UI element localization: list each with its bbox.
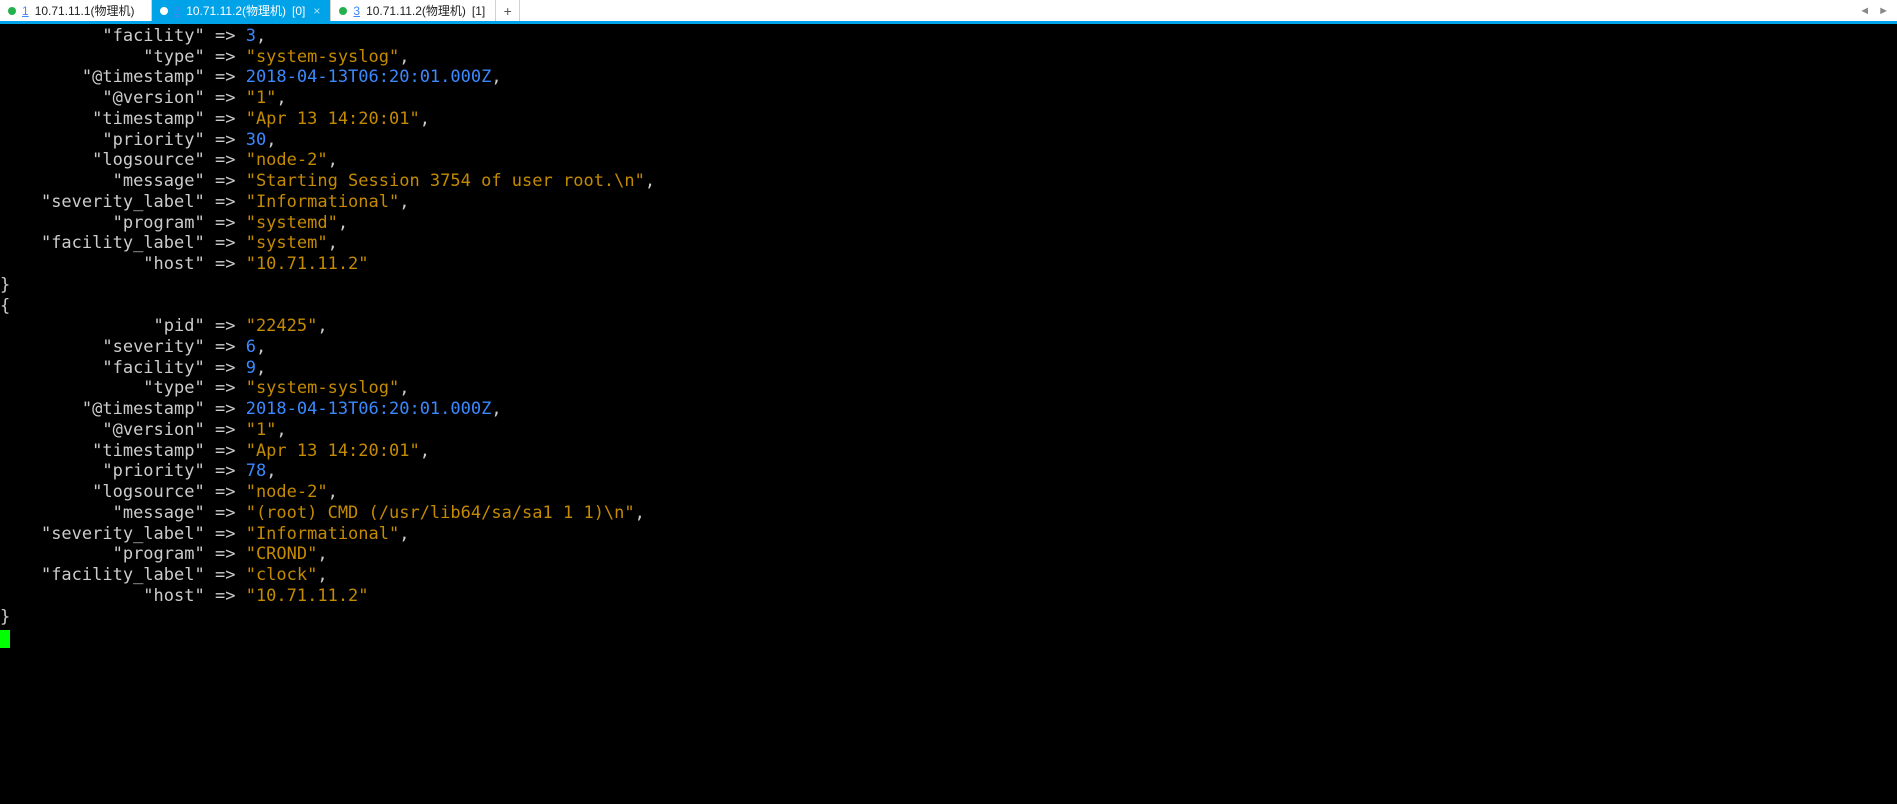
- terminal-line: "facility_label" => "system",: [0, 233, 1897, 254]
- terminal-line: "@version" => "1",: [0, 88, 1897, 109]
- terminal-line: "facility" => 9,: [0, 358, 1897, 379]
- terminal-line: "type" => "system-syslog",: [0, 378, 1897, 399]
- terminal-line: "severity_label" => "Informational",: [0, 192, 1897, 213]
- terminal-line: }: [0, 275, 1897, 296]
- terminal-line: "priority" => 30,: [0, 130, 1897, 151]
- tab-3[interactable]: 3 10.71.11.2(物理机) [1]: [331, 0, 496, 21]
- tab-number: 3: [353, 4, 360, 18]
- tab-label: 10.71.11.2(物理机): [186, 2, 286, 19]
- terminal-line: }: [0, 607, 1897, 628]
- terminal-cursor-line: [0, 627, 1897, 648]
- terminal-line: "logsource" => "node-2",: [0, 482, 1897, 503]
- terminal-line: "pid" => "22425",: [0, 316, 1897, 337]
- terminal-line: "severity_label" => "Informational",: [0, 524, 1897, 545]
- tabbar-spacer: [520, 0, 1851, 21]
- terminal-line: "program" => "systemd",: [0, 213, 1897, 234]
- tabbar-controls: ◄ ►: [1851, 0, 1897, 21]
- terminal-line: "facility_label" => "clock",: [0, 565, 1897, 586]
- close-icon[interactable]: ×: [313, 4, 320, 18]
- terminal-line: "facility" => 3,: [0, 26, 1897, 47]
- tab-bar: 1 10.71.11.1(物理机) 2 10.71.11.2(物理机) [0] …: [0, 0, 1897, 24]
- terminal-line: "message" => "(root) CMD (/usr/lib64/sa/…: [0, 503, 1897, 524]
- tab-nav-right-icon[interactable]: ►: [1878, 5, 1889, 17]
- terminal-line: "type" => "system-syslog",: [0, 47, 1897, 68]
- terminal-line: "@timestamp" => 2018-04-13T06:20:01.000Z…: [0, 67, 1897, 88]
- cursor-icon: [0, 630, 10, 648]
- terminal-line: "timestamp" => "Apr 13 14:20:01",: [0, 441, 1897, 462]
- terminal-line: "host" => "10.71.11.2": [0, 254, 1897, 275]
- tab-label: 10.71.11.2(物理机): [366, 2, 466, 19]
- tab-suffix: [0]: [292, 4, 305, 18]
- tab-2[interactable]: 2 10.71.11.2(物理机) [0] ×: [152, 0, 332, 21]
- tab-suffix: [1]: [472, 4, 485, 18]
- tab-label: 10.71.11.1(物理机): [35, 2, 135, 19]
- terminal-line: "logsource" => "node-2",: [0, 150, 1897, 171]
- tab-number: 1: [22, 4, 29, 18]
- tab-1[interactable]: 1 10.71.11.1(物理机): [0, 0, 152, 21]
- terminal-line: "@timestamp" => 2018-04-13T06:20:01.000Z…: [0, 399, 1897, 420]
- terminal-line: "host" => "10.71.11.2": [0, 586, 1897, 607]
- status-dot-icon: [160, 7, 168, 15]
- terminal-line: "timestamp" => "Apr 13 14:20:01",: [0, 109, 1897, 130]
- terminal-line: {: [0, 296, 1897, 317]
- terminal-line: "severity" => 6,: [0, 337, 1897, 358]
- tab-number: 2: [174, 4, 181, 18]
- status-dot-icon: [8, 7, 16, 15]
- terminal-line: "priority" => 78,: [0, 461, 1897, 482]
- terminal-line: "message" => "Starting Session 3754 of u…: [0, 171, 1897, 192]
- terminal-output[interactable]: "facility" => 3, "type" => "system-syslo…: [0, 24, 1897, 804]
- status-dot-icon: [339, 7, 347, 15]
- plus-icon: +: [504, 3, 512, 19]
- terminal-line: "@version" => "1",: [0, 420, 1897, 441]
- terminal-line: "program" => "CROND",: [0, 544, 1897, 565]
- add-tab-button[interactable]: +: [496, 0, 520, 21]
- tab-nav-left-icon[interactable]: ◄: [1859, 5, 1870, 17]
